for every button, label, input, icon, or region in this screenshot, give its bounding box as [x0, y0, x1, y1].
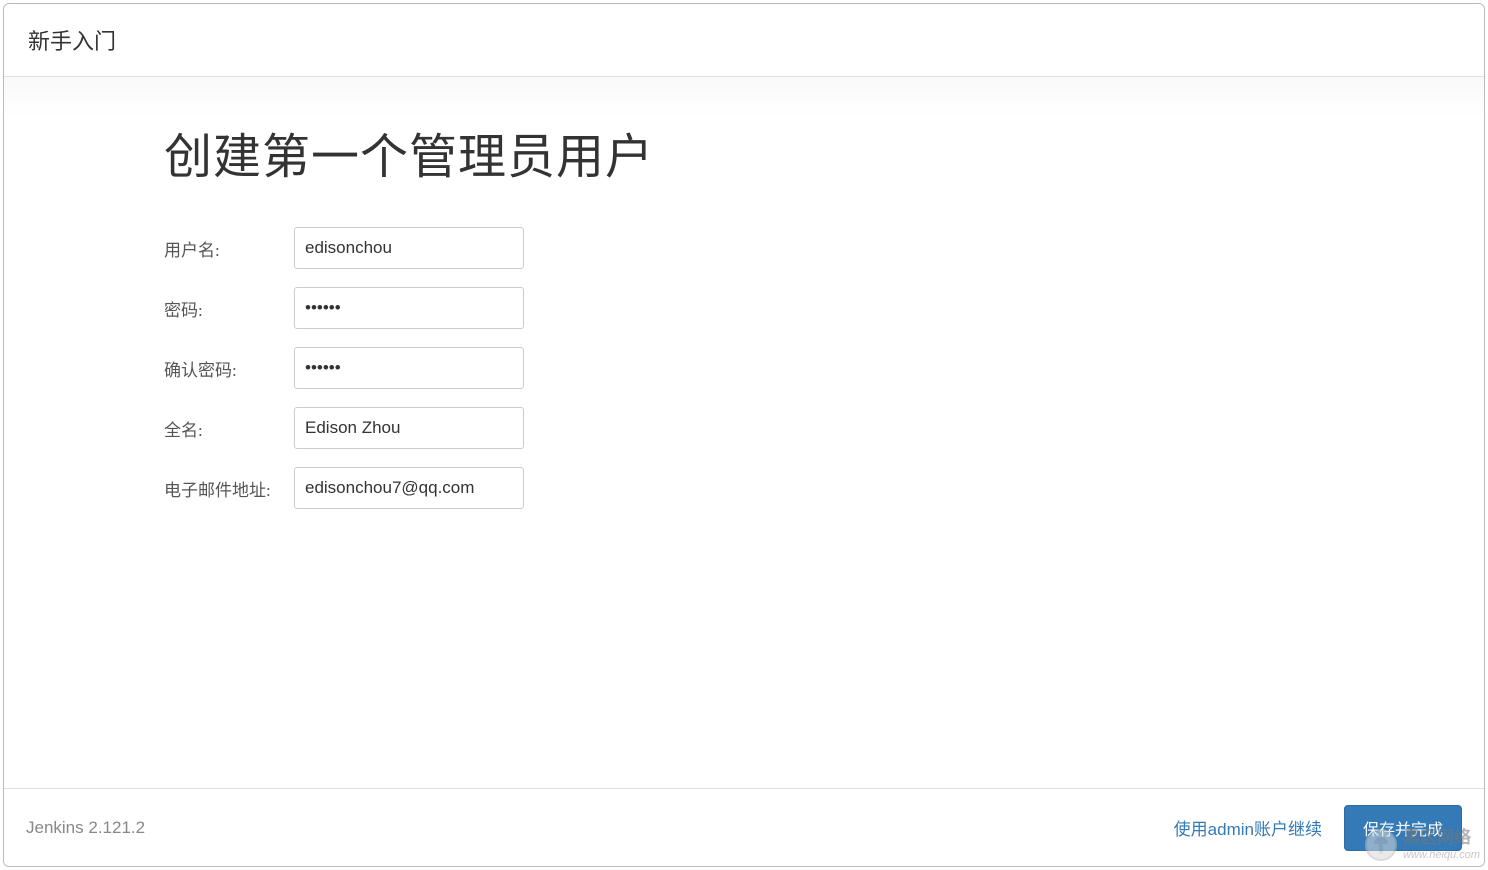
form-row-username: 用户名: — [164, 227, 1324, 269]
version-text: Jenkins 2.121.2 — [26, 818, 145, 838]
form-row-email: 电子邮件地址: — [164, 467, 1324, 509]
save-and-finish-button[interactable]: 保存并完成 — [1344, 805, 1462, 851]
form-row-fullname: 全名: — [164, 407, 1324, 449]
confirm-password-label: 确认密码: — [164, 356, 294, 381]
username-label: 用户名: — [164, 236, 294, 261]
password-input[interactable] — [294, 287, 524, 329]
password-label: 密码: — [164, 296, 294, 321]
fullname-input[interactable] — [294, 407, 524, 449]
page-title: 创建第一个管理员用户 — [164, 117, 1324, 187]
content-area: 创建第一个管理员用户 用户名: 密码: 确认密码: 全名: 电子邮件地址: — [4, 77, 1484, 795]
username-input[interactable] — [294, 227, 524, 269]
wizard-header-title: 新手入门 — [28, 29, 116, 54]
wizard-footer: Jenkins 2.121.2 使用admin账户继续 保存并完成 — [4, 788, 1484, 866]
wizard-header: 新手入门 — [4, 4, 1484, 77]
email-input[interactable] — [294, 467, 524, 509]
form-row-password: 密码: — [164, 287, 1324, 329]
email-label: 电子邮件地址: — [164, 476, 294, 501]
form-row-confirm-password: 确认密码: — [164, 347, 1324, 389]
fullname-label: 全名: — [164, 416, 294, 441]
confirm-password-input[interactable] — [294, 347, 524, 389]
continue-as-admin-link[interactable]: 使用admin账户继续 — [1174, 815, 1322, 840]
